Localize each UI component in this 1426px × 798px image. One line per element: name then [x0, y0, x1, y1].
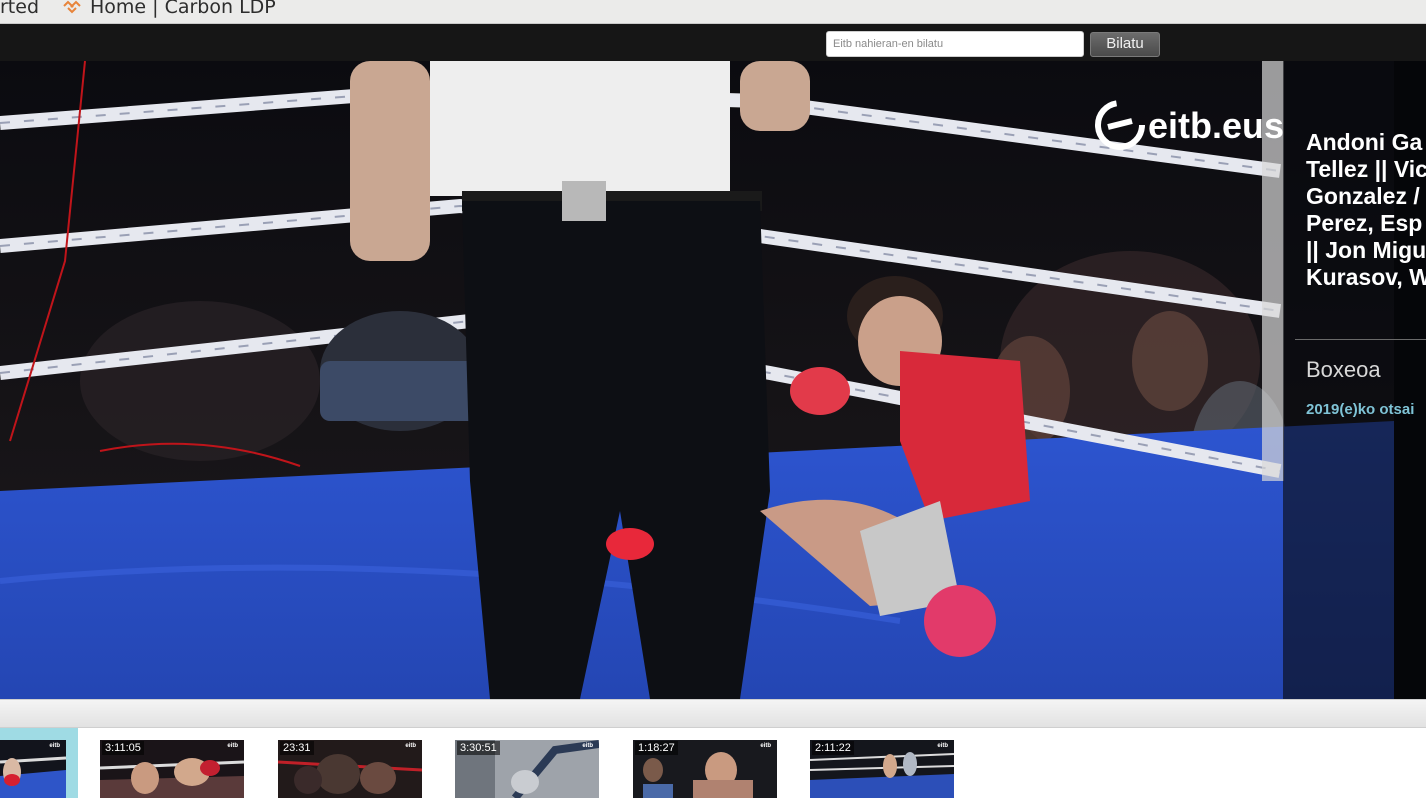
info-divider — [1295, 339, 1426, 340]
thumbnail-logo: eitb — [937, 743, 948, 749]
thumbnail-logo: eitb — [582, 743, 593, 749]
thumbnail-duration: 1:18:27 — [635, 741, 678, 755]
bookmark-item-partial[interactable]: rted — [0, 0, 39, 18]
thumbnail-logo: eitb — [49, 743, 60, 749]
video-frame[interactable]: eitb.eus — [0, 61, 1394, 699]
video-scene — [0, 61, 1394, 699]
thumbnail-duration: 23:31 — [280, 741, 314, 755]
thumbnail-logo: eitb — [227, 743, 238, 749]
video-title: Andoni Ga Tellez || Vic Gonzalez / Perez… — [1306, 129, 1426, 290]
video-date: 2019(e)ko otsai — [1306, 401, 1415, 418]
thumbnail-video-4[interactable]: eitb 3:30:51 — [455, 740, 599, 798]
site-header: Bilatu — [0, 24, 1426, 61]
thumbnail-video-5[interactable]: eitb 1:18:27 — [633, 740, 777, 798]
thumbnail-duration: 3:11:05 — [102, 741, 144, 755]
thumbnail-duration: 3:30:51 — [457, 741, 500, 755]
video-player[interactable]: eitb.eus Andoni Ga Tellez || Vic Gonzale… — [0, 61, 1426, 699]
thumbnail-logo: eitb — [760, 743, 771, 749]
thumbnail-video-6[interactable]: eitb 2:11:22 — [810, 740, 954, 798]
thumbnail-video-3[interactable]: eitb 23:31 — [278, 740, 422, 798]
thumbnail-duration: 2:11:22 — [812, 741, 854, 755]
thumbnail-video-1[interactable]: eitb — [0, 740, 66, 798]
video-info-panel: Andoni Ga Tellez || Vic Gonzalez / Perez… — [1283, 61, 1426, 699]
thumbnail-logo: eitb — [405, 743, 416, 749]
watermark-text: eitb.eus — [1148, 105, 1285, 146]
video-category[interactable]: Boxeoa — [1306, 357, 1381, 383]
carbon-ldp-icon — [63, 0, 81, 14]
search-button[interactable]: Bilatu — [1090, 32, 1160, 57]
thumbnail-video-2[interactable]: eitb 3:11:05 — [100, 740, 244, 798]
carousel-divider — [0, 699, 1426, 728]
bookmark-item-home-carbon-ldp[interactable]: Home | Carbon LDP — [90, 0, 276, 18]
bookmarks-bar: rted Home | Carbon LDP — [0, 0, 1426, 24]
video-carousel: eitb eitb 3:11:05 eitb 23:31 eitb 3:30:5… — [0, 728, 1426, 798]
search-input[interactable] — [826, 31, 1084, 57]
